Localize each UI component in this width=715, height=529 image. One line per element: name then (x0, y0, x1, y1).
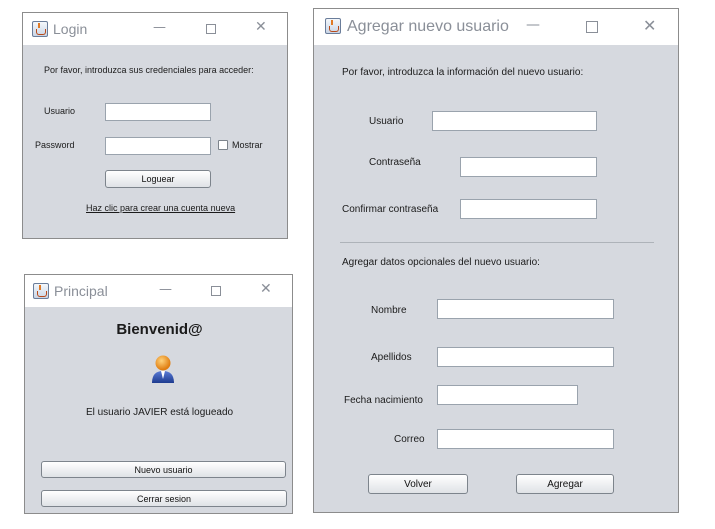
close-icon[interactable]: ✕ (260, 281, 272, 297)
apellidos-label: Apellidos (371, 352, 412, 363)
java-app-icon (32, 21, 48, 37)
contrasena-label: Contraseña (369, 157, 421, 168)
apellidos-input[interactable] (437, 347, 614, 367)
principal-titlebar[interactable]: Principal — ✕ (25, 275, 292, 307)
contrasena-input[interactable] (460, 157, 597, 177)
usuario-input[interactable] (432, 111, 597, 131)
login-window: Login — ✕ Por favor, introduzca sus cred… (22, 12, 288, 239)
password-input[interactable] (105, 137, 211, 155)
window-title: Principal (54, 283, 108, 299)
new-user-window: Agregar nuevo usuario — ✕ Por favor, int… (313, 8, 679, 513)
maximize-icon[interactable] (206, 24, 216, 34)
window-title: Login (53, 21, 88, 37)
confirmar-input[interactable] (460, 199, 597, 219)
agregar-button[interactable]: Agregar (516, 474, 614, 494)
divider (340, 242, 654, 243)
fecha-nacimiento-input[interactable] (437, 385, 578, 405)
correo-input[interactable] (437, 429, 614, 449)
nuevo-usuario-button[interactable]: Nuevo usuario (41, 461, 286, 478)
usuario-label: Usuario (44, 106, 76, 116)
usuario-input[interactable] (105, 103, 211, 121)
cerrar-sesion-button[interactable]: Cerrar sesion (41, 490, 287, 507)
maximize-icon[interactable] (586, 21, 598, 33)
correo-label: Correo (394, 434, 425, 445)
new-user-titlebar[interactable]: Agregar nuevo usuario — ✕ (314, 9, 678, 45)
usuario-label: Usuario (369, 116, 404, 127)
mostrar-label: Mostrar (232, 140, 263, 150)
new-user-prompt: Por favor, introduzca la información del… (342, 67, 584, 78)
login-titlebar[interactable]: Login — ✕ (23, 13, 287, 45)
java-app-icon (325, 18, 341, 34)
welcome-heading: Bienvenid@ (116, 321, 203, 338)
mostrar-checkbox[interactable] (218, 140, 228, 150)
close-icon[interactable]: ✕ (255, 19, 267, 35)
create-account-link[interactable]: Haz clic para crear una cuenta nueva (86, 203, 235, 213)
confirmar-label: Confirmar contraseña (342, 204, 439, 215)
fecha-nacimiento-label: Fecha nacimiento (344, 395, 423, 406)
loguear-button[interactable]: Loguear (105, 170, 211, 188)
login-prompt: Por favor, introduzca sus credenciales p… (44, 65, 254, 75)
principal-window: Principal — ✕ Bienvenid@ El usuario JAVI… (24, 274, 293, 514)
minimize-icon[interactable]: — (159, 282, 172, 297)
minimize-icon[interactable]: — (153, 20, 166, 35)
close-icon[interactable]: ✕ (643, 16, 656, 35)
login-status-text: El usuario JAVIER está logueado (85, 407, 234, 418)
nombre-input[interactable] (437, 299, 614, 319)
optional-prompt: Agregar datos opcionales del nuevo usuar… (342, 257, 540, 268)
nombre-label: Nombre (371, 305, 407, 316)
java-app-icon (33, 283, 49, 299)
window-title: Agregar nuevo usuario (347, 18, 509, 35)
password-label: Password (35, 140, 75, 150)
maximize-icon[interactable] (211, 286, 221, 296)
volver-button[interactable]: Volver (368, 474, 468, 494)
minimize-icon[interactable]: — (526, 17, 540, 33)
user-avatar-icon (149, 354, 177, 384)
